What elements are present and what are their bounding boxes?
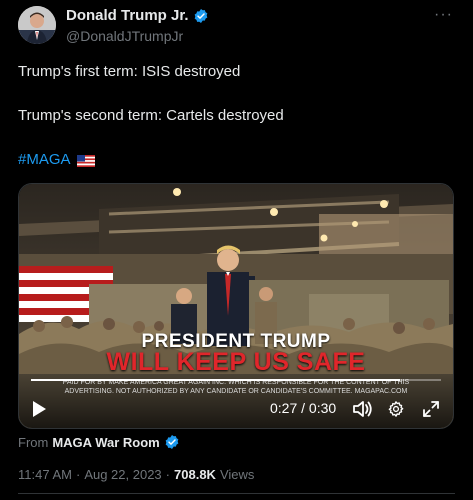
tweet-text-line-1: Trump's first term: ISIS destroyed [18,63,241,80]
divider [18,493,455,494]
video-player[interactable]: PRESIDENT TRUMP WILL KEEP US SAFE PAID F… [18,183,454,429]
video-overlay-subtitle: WILL KEEP US SAFE [106,348,366,376]
tweet-date[interactable]: Aug 22, 2023 [84,467,161,482]
from-source-row: From MAGA War Room [18,434,180,450]
avatar[interactable] [18,6,56,44]
from-label: From [18,434,49,450]
us-flag-icon [76,154,95,167]
verified-badge-icon [164,434,180,450]
video-time-display: 0:27 / 0:30 [270,400,337,416]
hashtag-line: #MAGA [18,151,95,168]
volume-icon[interactable] [352,400,372,423]
tweet-meta-row: 11:47 AM · Aug 22, 2023 · 708.8K Views [18,467,254,482]
views-count: 708.8K [174,467,216,482]
tweet: Donald Trump Jr. @DonaldJTrumpJr ··· Tru… [0,0,473,500]
video-progress-fill [31,379,400,381]
gear-icon[interactable] [387,400,405,423]
fullscreen-icon[interactable] [422,400,440,423]
video-progress-bar[interactable] [31,379,441,381]
verified-badge-icon [193,8,209,24]
tweet-text-line-2: Trump's second term: Cartels destroyed [18,107,284,124]
author-handle[interactable]: @DonaldJTrumpJr [66,28,183,44]
author-name-row: Donald Trump Jr. [66,7,209,24]
more-options-icon[interactable]: ··· [434,6,453,24]
video-disclaimer-line-2: ADVERTISING. NOT AUTHORIZED BY ANY CANDI… [64,388,408,395]
tweet-time[interactable]: 11:47 AM [18,467,72,482]
play-icon[interactable] [31,400,47,423]
author-display-name[interactable]: Donald Trump Jr. [66,7,189,24]
source-name-link[interactable]: MAGA War Room [52,435,159,450]
meta-separator: · [165,467,171,482]
views-label: Views [219,467,255,482]
hashtag-link[interactable]: #MAGA [18,151,71,168]
meta-separator: · [75,467,81,482]
